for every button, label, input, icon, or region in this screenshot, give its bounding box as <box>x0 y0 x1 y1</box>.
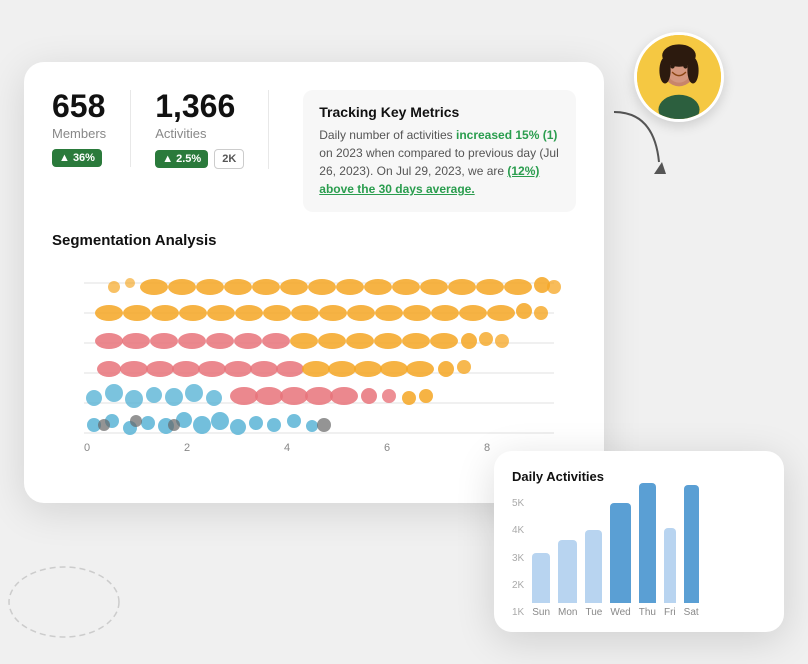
y-label-2k: 2K <box>512 580 524 591</box>
bar-group-mon: Mon <box>558 540 577 618</box>
daily-activities-card: Daily Activities 5K 4K 3K 2K 1K Sun Mon Tu… <box>494 451 784 632</box>
bar-label-fri: Fri <box>664 607 676 618</box>
arrow-icon <box>604 102 674 182</box>
bar-group-sat: Sat <box>684 485 699 618</box>
main-dashboard-card: 658 Members ▲ 36% 1,366 Activities ▲ 2.5… <box>24 62 604 503</box>
bar-group-wed: Wed <box>610 503 630 618</box>
members-metric: 658 Members ▲ 36% <box>52 90 131 167</box>
bar-label-sat: Sat <box>684 607 699 618</box>
svg-text:6: 6 <box>384 442 390 454</box>
members-badge: ▲ 36% <box>52 149 102 167</box>
bar-wed <box>610 503 630 603</box>
y-label-3k: 3K <box>512 553 524 564</box>
y-label-4k: 4K <box>512 525 524 536</box>
bar-fri <box>664 528 676 603</box>
svg-text:4: 4 <box>284 442 290 454</box>
segmentation-title: Segmentation Analysis <box>52 232 576 249</box>
tracking-box: Tracking Key Metrics Daily number of act… <box>303 90 576 212</box>
y-label-1k: 1K <box>512 607 524 618</box>
svg-text:2: 2 <box>184 442 190 454</box>
bar-sat <box>684 485 699 603</box>
bar-tue <box>585 530 602 603</box>
bar-chart-wrapper: 5K 4K 3K 2K 1K Sun Mon Tue Wed Thu Fri Sat <box>512 498 766 618</box>
bar-label-wed: Wed <box>610 607 630 618</box>
bar-label-sun: Sun <box>532 607 550 618</box>
activities-badge2: 2K <box>214 149 244 169</box>
y-axis: 5K 4K 3K 2K 1K <box>512 498 528 618</box>
svg-text:0: 0 <box>84 442 90 454</box>
bar-group-tue: Tue <box>585 530 602 618</box>
activities-badge: ▲ 2.5% <box>155 150 208 168</box>
decorative-circle <box>4 562 124 642</box>
segmentation-chart: 0 2 4 6 8 <box>52 263 576 483</box>
bar-chart-inner: Sun Mon Tue Wed Thu Fri Sat <box>532 498 698 618</box>
bar-label-mon: Mon <box>558 607 577 618</box>
tracking-title: Tracking Key Metrics <box>319 104 560 120</box>
daily-activities-title: Daily Activities <box>512 469 766 484</box>
y-label-5k: 5K <box>512 498 524 509</box>
bar-label-thu: Thu <box>639 607 656 618</box>
svg-text:8: 8 <box>484 442 490 454</box>
bar-sun <box>532 553 550 603</box>
bar-mon <box>558 540 577 603</box>
members-value: 658 <box>52 90 106 122</box>
members-label: Members <box>52 126 106 141</box>
bar-group-thu: Thu <box>639 483 656 618</box>
bar-group-fri: Fri <box>664 528 676 618</box>
bar-group-sun: Sun <box>532 553 550 618</box>
activities-label: Activities <box>155 126 244 141</box>
tracking-highlight1: increased 15% (1) <box>456 128 557 142</box>
tracking-text-part1: Daily number of activities <box>319 128 456 142</box>
tracking-text: Daily number of activities increased 15%… <box>319 126 560 198</box>
metrics-row: 658 Members ▲ 36% 1,366 Activities ▲ 2.5… <box>52 90 576 212</box>
bar-chart: Sun Mon Tue Wed Thu Fri Sat <box>532 498 698 618</box>
activities-value: 1,366 <box>155 90 244 122</box>
activities-metric: 1,366 Activities ▲ 2.5% 2K <box>155 90 269 169</box>
bar-thu <box>639 483 656 603</box>
bar-label-tue: Tue <box>585 607 602 618</box>
